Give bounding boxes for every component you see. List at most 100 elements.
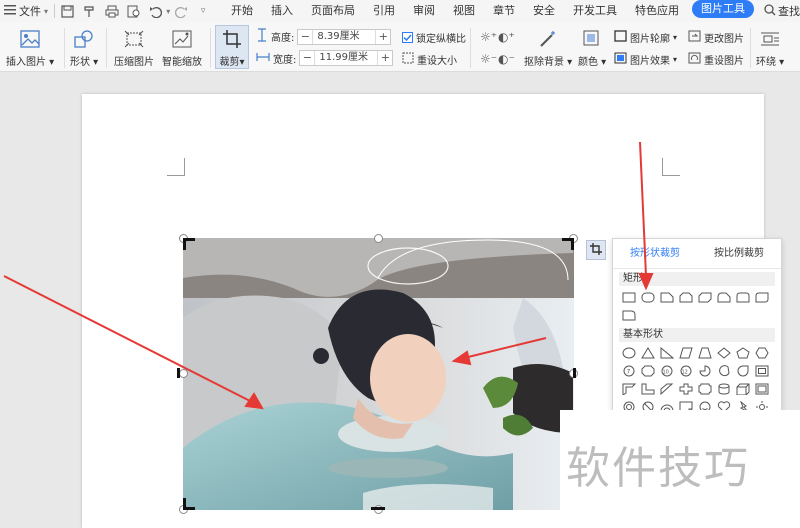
crop-mark-top-right-v[interactable]: [571, 238, 574, 250]
plus-shape[interactable]: [678, 382, 694, 396]
contrast-decrease-button[interactable]: ◐⁻: [498, 52, 515, 66]
insert-picture-button[interactable]: 插入图片 ▾: [6, 28, 54, 68]
height-field[interactable]: − 8.39厘米 +: [297, 28, 392, 45]
right-triangle-shape[interactable]: [659, 346, 675, 360]
selected-picture[interactable]: [183, 238, 574, 510]
tab-crop-by-shape[interactable]: 按形状裁剪: [613, 239, 697, 268]
shape-icon: [73, 28, 95, 50]
diagonal-stripe-shape[interactable]: [659, 382, 675, 396]
redo-icon[interactable]: [173, 3, 189, 19]
round-same-side-rectangle-shape[interactable]: [735, 290, 751, 304]
hexagon-shape[interactable]: [754, 346, 770, 360]
snip-diagonal-rectangle-shape[interactable]: [697, 290, 713, 304]
teardrop-shape[interactable]: [735, 364, 751, 378]
reset-size-button[interactable]: 重设大小: [402, 52, 457, 67]
round-diagonal-rectangle-shape[interactable]: [754, 290, 770, 304]
tab-review[interactable]: 审阅: [404, 0, 444, 22]
tab-chapter[interactable]: 章节: [484, 0, 524, 22]
tab-crop-by-ratio[interactable]: 按比例裁剪: [697, 239, 781, 268]
pentagon-shape[interactable]: [735, 346, 751, 360]
snip-same-side-rectangle-shape[interactable]: [678, 290, 694, 304]
lock-ratio-checkbox[interactable]: 锁定纵横比: [402, 30, 466, 45]
resize-handle-left[interactable]: [179, 369, 188, 378]
smart-scale-icon: [171, 28, 193, 50]
dodecagon-shape[interactable]: 12: [678, 364, 694, 378]
can-shape[interactable]: [716, 382, 732, 396]
print-preview-icon[interactable]: [126, 3, 142, 19]
contrast-increase-button[interactable]: ◐⁺: [498, 30, 515, 44]
shape-label: 形状: [70, 57, 90, 68]
tab-home[interactable]: 开始: [222, 0, 262, 22]
tab-picture-tools[interactable]: 图片工具: [692, 0, 755, 18]
height-label: 高度:: [271, 33, 295, 44]
wrap-text-button[interactable]: 环绕 ▾: [756, 28, 784, 68]
oval-shape[interactable]: [621, 346, 637, 360]
parallelogram-shape[interactable]: [678, 346, 694, 360]
pie-shape[interactable]: [697, 364, 713, 378]
brightness-increase-button[interactable]: ☼⁺: [480, 30, 497, 44]
change-picture-button[interactable]: 更改图片: [688, 30, 744, 45]
margin-corner-top-right: [662, 158, 680, 176]
heptagon-shape[interactable]: 7: [621, 364, 637, 378]
height-decrease-button[interactable]: −: [298, 30, 312, 44]
width-field[interactable]: − 11.99厘米 +: [299, 50, 394, 66]
tab-view[interactable]: 视图: [444, 0, 484, 22]
shape-button[interactable]: 形状 ▾: [70, 28, 98, 68]
l-shape[interactable]: [640, 382, 656, 396]
half-frame-shape[interactable]: [621, 382, 637, 396]
tab-page-layout[interactable]: 页面布局: [302, 0, 364, 22]
reset-picture-button[interactable]: 重设图片: [688, 52, 744, 67]
file-menu-button[interactable]: 文件 ▾: [0, 0, 52, 22]
decagon-shape[interactable]: 10: [659, 364, 675, 378]
tab-security[interactable]: 安全: [524, 0, 564, 22]
triangle-shape[interactable]: [640, 346, 656, 360]
color-button[interactable]: 颜色 ▾: [578, 28, 606, 68]
ribbon-toolbar: 插入图片 ▾ 形状 ▾ 压缩图片 智能缩放 裁剪▾ 高度: − 8.39厘米 +…: [0, 22, 800, 72]
picture-effects-button[interactable]: 图片效果 ▾: [614, 52, 677, 67]
snip-round-rectangle-shape[interactable]: [716, 290, 732, 304]
plaque-shape[interactable]: [697, 382, 713, 396]
crop-mark-top-left-v[interactable]: [183, 238, 186, 250]
frame-shape[interactable]: [754, 364, 770, 378]
crop-mark-bottom-center[interactable]: [371, 507, 385, 510]
diamond-shape[interactable]: [716, 346, 732, 360]
crop-button[interactable]: 裁剪▾: [215, 25, 249, 69]
resize-handle-top[interactable]: [374, 234, 383, 243]
lock-ratio-label: 锁定纵横比: [416, 34, 466, 45]
trapezoid-shape[interactable]: [697, 346, 713, 360]
rounded-rectangle-shape[interactable]: [640, 290, 656, 304]
tab-insert[interactable]: 插入: [262, 0, 302, 22]
smart-scale-button[interactable]: 智能缩放: [162, 28, 202, 68]
snip-corner-rectangle-shape[interactable]: [659, 290, 675, 304]
brightness-decrease-button[interactable]: ☼⁻: [480, 52, 497, 66]
cube-shape[interactable]: [735, 382, 751, 396]
tab-developer[interactable]: 开发工具: [564, 0, 626, 22]
crop-mark-left-center[interactable]: [177, 368, 180, 378]
width-value[interactable]: 11.99厘米: [314, 51, 379, 65]
round-single-corner-rectangle-shape[interactable]: [621, 308, 637, 322]
save-icon[interactable]: [60, 3, 76, 19]
undo-icon[interactable]: [147, 3, 163, 19]
height-value[interactable]: 8.39厘米: [312, 29, 377, 44]
print-icon[interactable]: [104, 3, 120, 19]
crop-mark-bottom-left-v[interactable]: [183, 498, 186, 510]
bevel-shape[interactable]: [754, 382, 770, 396]
format-painter-icon[interactable]: [82, 3, 98, 19]
chord-shape[interactable]: [716, 364, 732, 378]
remove-background-button[interactable]: 抠除背景 ▾: [524, 28, 572, 68]
change-picture-icon: [688, 30, 701, 45]
customize-quick-access-icon[interactable]: ▿: [195, 3, 211, 19]
octagon-shape[interactable]: [640, 364, 656, 378]
rectangle-shape[interactable]: [621, 290, 637, 304]
height-increase-button[interactable]: +: [376, 30, 390, 44]
picture-outline-button[interactable]: 图片轮廓 ▾: [614, 30, 677, 45]
compress-picture-button[interactable]: 压缩图片: [114, 28, 154, 68]
undo-dropdown-icon[interactable]: ▾: [166, 7, 170, 16]
tab-references[interactable]: 引用: [364, 0, 404, 22]
crop-mark-right-center[interactable]: [573, 368, 576, 378]
width-increase-button[interactable]: +: [378, 51, 392, 65]
tab-features[interactable]: 特色应用: [626, 0, 688, 22]
width-decrease-button[interactable]: −: [300, 51, 314, 65]
search-box[interactable]: 查找: [764, 3, 800, 19]
floating-crop-button[interactable]: [586, 240, 606, 260]
